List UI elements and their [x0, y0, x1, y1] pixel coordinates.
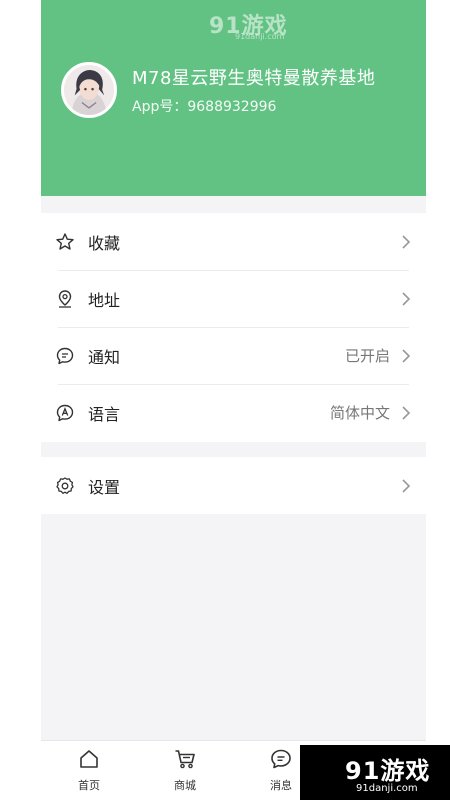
menu-item-notifications[interactable]: 通知 已开启 [41, 327, 426, 384]
tab-label: 商城 [174, 779, 196, 792]
menu-item-favorites[interactable]: 收藏 [41, 213, 426, 270]
chat-icon [269, 747, 293, 771]
watermark-domain: 91danji.com [235, 32, 285, 41]
language-icon [55, 403, 75, 423]
watermark-top: 91游戏 91danji.com [209, 8, 305, 42]
avatar[interactable] [61, 62, 117, 118]
menu-item-settings[interactable]: 设置 [41, 457, 426, 514]
menu-group-primary: 收藏 地址 通知 已开启 语言 简体中文 [41, 213, 426, 442]
menu-item-label: 地址 [88, 291, 121, 310]
app-id: App号：9688932996 [132, 99, 277, 115]
tab-shop[interactable]: 商城 [137, 741, 233, 800]
chevron-right-icon [400, 404, 412, 422]
notification-status: 已开启 [344, 347, 390, 365]
watermark-bottom: 91游戏 91danji.com [300, 745, 450, 800]
tab-home[interactable]: 首页 [41, 741, 137, 800]
menu-item-label: 收藏 [88, 234, 121, 253]
menu-item-language[interactable]: 语言 简体中文 [41, 384, 426, 441]
watermark-domain: 91danji.com [356, 783, 418, 794]
tab-label: 首页 [78, 779, 100, 792]
language-value: 简体中文 [329, 404, 390, 422]
profile-screen: 91游戏 91danji.com M78星云野生奥特曼散养基地 App号：968… [41, 0, 426, 800]
message-bubble-icon [55, 346, 75, 366]
username: M78星云野生奥特曼散养基地 [132, 68, 376, 89]
chevron-right-icon [400, 347, 412, 365]
watermark-logo: 91游戏 [345, 757, 431, 785]
menu-item-address[interactable]: 地址 [41, 270, 426, 327]
location-pin-icon [55, 289, 75, 309]
profile-header: 91游戏 91danji.com M78星云野生奥特曼散养基地 App号：968… [41, 0, 426, 196]
home-icon [77, 747, 101, 771]
chevron-right-icon [400, 290, 412, 308]
menu-item-label: 设置 [88, 478, 121, 497]
chevron-right-icon [400, 233, 412, 251]
chevron-right-icon [400, 477, 412, 495]
star-icon [55, 232, 75, 252]
gear-icon [55, 476, 75, 496]
cart-icon [173, 747, 197, 771]
menu-group-settings: 设置 [41, 457, 426, 514]
menu-item-label: 通知 [88, 348, 121, 367]
menu-item-label: 语言 [88, 405, 121, 424]
